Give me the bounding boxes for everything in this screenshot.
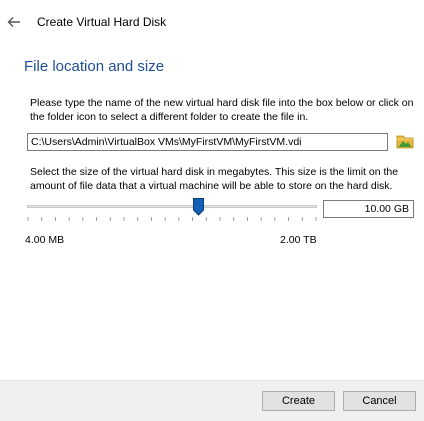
- folder-icon[interactable]: [395, 131, 415, 151]
- dialog-header: Create Virtual Hard Disk: [0, 0, 424, 46]
- size-description: Select the size of the virtual hard disk…: [30, 166, 399, 192]
- slider-ticks: [27, 217, 317, 221]
- back-arrow-icon[interactable]: [6, 14, 22, 30]
- dialog-title: Create Virtual Hard Disk: [37, 15, 167, 29]
- slider-track[interactable]: [27, 205, 317, 208]
- dialog-footer: Create Cancel: [0, 380, 424, 421]
- size-max-label: 2.00 TB: [280, 234, 317, 246]
- size-min-label: 4.00 MB: [25, 234, 65, 246]
- create-button[interactable]: Create: [262, 391, 335, 411]
- slider-thumb[interactable]: [192, 198, 204, 216]
- size-value-input[interactable]: [323, 200, 414, 218]
- cancel-button[interactable]: Cancel: [343, 391, 416, 411]
- location-description: Please type the name of the new virtual …: [30, 97, 414, 123]
- size-slider[interactable]: [27, 198, 317, 224]
- file-path-input[interactable]: [27, 133, 388, 151]
- section-title: File location and size: [24, 58, 165, 75]
